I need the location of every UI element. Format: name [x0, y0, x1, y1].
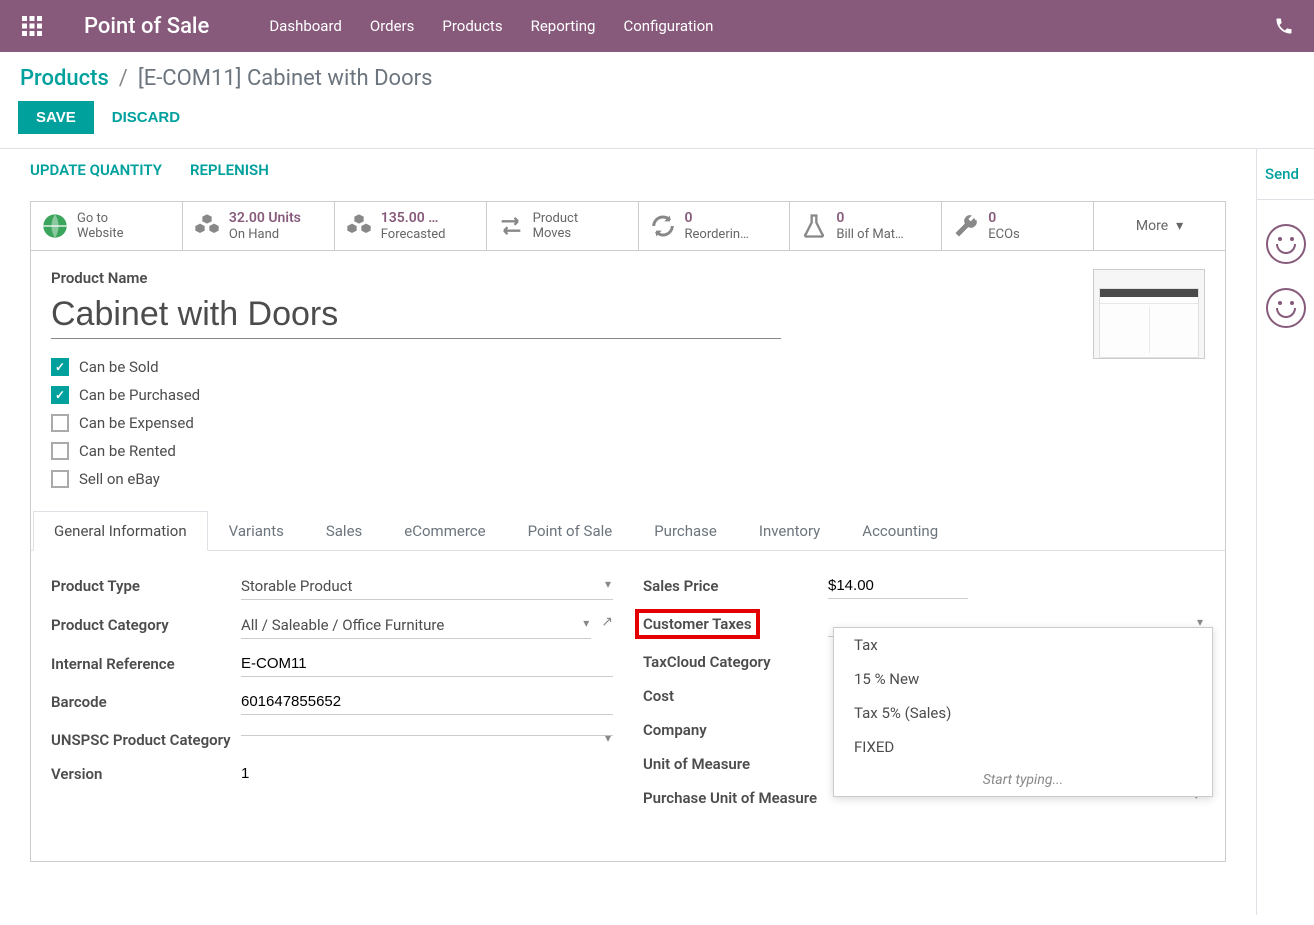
- checkbox-sell-on-ebay[interactable]: [51, 470, 69, 488]
- select-unspsc[interactable]: [241, 729, 613, 736]
- label-taxcloud: TaxCloud Category: [643, 651, 828, 671]
- dropdown-option[interactable]: 15 % New: [834, 662, 1212, 696]
- breadcrumb-separator: /: [119, 66, 128, 91]
- content-scroll[interactable]: UPDATE QUANTITY REPLENISH Go toWebsite 3…: [0, 149, 1256, 915]
- tab-purchase[interactable]: Purchase: [633, 511, 738, 551]
- tab-inventory[interactable]: Inventory: [738, 511, 841, 551]
- stat-product-moves[interactable]: ProductMoves: [487, 202, 639, 250]
- stat-reordering[interactable]: 0Reorderin…: [639, 202, 791, 250]
- tab-general-information[interactable]: General Information: [33, 511, 208, 551]
- checkbox-label: Can be Sold: [79, 358, 159, 376]
- label-purchase-uom: Purchase Unit of Measure: [643, 787, 828, 807]
- send-message-button[interactable]: Send: [1257, 159, 1314, 189]
- stat-bom[interactable]: 0Bill of Mat…: [790, 202, 942, 250]
- dropdown-option[interactable]: FIXED: [834, 730, 1212, 764]
- label-version: Version: [51, 763, 241, 783]
- wrench-icon: [952, 212, 980, 240]
- right-column: Sales Price Customer Taxes ▾ TaxCloud Ca…: [643, 575, 1205, 821]
- tab-ecommerce[interactable]: eCommerce: [383, 511, 506, 551]
- tab-variants[interactable]: Variants: [208, 511, 305, 551]
- form-grid: Product Type Storable Product Product Ca…: [31, 551, 1225, 861]
- tabs: General Information Variants Sales eComm…: [31, 511, 1225, 551]
- phone-icon[interactable]: [1274, 16, 1294, 36]
- breadcrumb: Products / [E-COM11] Cabinet with Doors: [0, 52, 1314, 101]
- checkbox-label: Sell on eBay: [79, 470, 160, 488]
- checkbox-label: Can be Expensed: [79, 414, 194, 432]
- boxes-icon: [193, 212, 221, 240]
- label-customer-taxes: Customer Taxes: [643, 613, 828, 633]
- nav-orders[interactable]: Orders: [370, 17, 415, 35]
- select-product-type[interactable]: Storable Product: [241, 575, 613, 600]
- discard-button[interactable]: DISCARD: [112, 109, 180, 126]
- dropdown-search-hint[interactable]: Start typing...: [834, 764, 1212, 796]
- select-product-category[interactable]: All / Saleable / Office Furniture: [241, 614, 591, 639]
- product-image[interactable]: [1093, 269, 1205, 359]
- input-internal-reference[interactable]: [241, 653, 613, 677]
- app-title[interactable]: Point of Sale: [84, 14, 209, 39]
- action-row: SAVE DISCARD: [0, 101, 1314, 148]
- nav-dashboard[interactable]: Dashboard: [269, 17, 342, 35]
- label-cost: Cost: [643, 685, 828, 705]
- apps-icon[interactable]: [20, 14, 44, 38]
- checkbox-list: Can be Sold Can be Purchased Can be Expe…: [31, 349, 1225, 511]
- label-product-category: Product Category: [51, 614, 241, 634]
- nav-reporting[interactable]: Reporting: [531, 17, 596, 35]
- customer-taxes-dropdown: Tax 15 % New Tax 5% (Sales) FIXED Start …: [833, 627, 1213, 797]
- label-unspsc: UNSPSC Product Category: [51, 729, 241, 749]
- stat-ecos[interactable]: 0ECOs: [942, 202, 1094, 250]
- label-internal-reference: Internal Reference: [51, 653, 241, 673]
- breadcrumb-parent[interactable]: Products: [20, 66, 109, 91]
- product-name-input[interactable]: [51, 291, 781, 339]
- nav-products[interactable]: Products: [442, 17, 502, 35]
- save-button[interactable]: SAVE: [18, 101, 94, 134]
- input-version[interactable]: [241, 763, 613, 786]
- subaction-row: UPDATE QUANTITY REPLENISH: [0, 149, 1256, 191]
- checkbox-can-be-sold[interactable]: [51, 358, 69, 376]
- dropdown-option[interactable]: Tax: [834, 628, 1212, 662]
- label-sales-price: Sales Price: [643, 575, 828, 595]
- replenish-button[interactable]: REPLENISH: [190, 161, 269, 179]
- label-product-type: Product Type: [51, 575, 241, 595]
- dropdown-option[interactable]: Tax 5% (Sales): [834, 696, 1212, 730]
- arrows-icon: [497, 212, 525, 240]
- stat-forecasted[interactable]: 135.00 …Forecasted: [335, 202, 487, 250]
- stat-on-hand[interactable]: 32.00 UnitsOn Hand: [183, 202, 335, 250]
- smile-icon[interactable]: [1266, 224, 1306, 264]
- chevron-down-icon: ▾: [1176, 218, 1183, 234]
- refresh-icon: [649, 212, 677, 240]
- input-barcode[interactable]: [241, 691, 613, 715]
- globe-icon: [41, 212, 69, 240]
- stat-more[interactable]: More ▾: [1094, 202, 1225, 250]
- tab-point-of-sale[interactable]: Point of Sale: [507, 511, 634, 551]
- top-navbar: Point of Sale Dashboard Orders Products …: [0, 0, 1314, 52]
- nav-menu: Dashboard Orders Products Reporting Conf…: [269, 17, 713, 35]
- update-quantity-button[interactable]: UPDATE QUANTITY: [30, 161, 162, 179]
- product-name-label: Product Name: [51, 269, 1205, 287]
- chatter-sidebar: Send: [1256, 149, 1314, 915]
- stat-website[interactable]: Go toWebsite: [31, 202, 183, 250]
- nav-configuration[interactable]: Configuration: [623, 17, 713, 35]
- tab-accounting[interactable]: Accounting: [841, 511, 959, 551]
- breadcrumb-current: [E-COM11] Cabinet with Doors: [138, 66, 433, 91]
- stat-buttons: Go toWebsite 32.00 UnitsOn Hand 135.00 ……: [31, 202, 1225, 251]
- external-link-icon[interactable]: ↗: [601, 614, 613, 630]
- flask-icon: [800, 212, 828, 240]
- checkbox-can-be-expensed[interactable]: [51, 414, 69, 432]
- label-uom: Unit of Measure: [643, 753, 828, 773]
- tab-sales[interactable]: Sales: [305, 511, 383, 551]
- checkbox-label: Can be Purchased: [79, 386, 200, 404]
- input-sales-price[interactable]: [828, 575, 968, 599]
- checkbox-can-be-purchased[interactable]: [51, 386, 69, 404]
- form-sheet: Go toWebsite 32.00 UnitsOn Hand 135.00 ……: [30, 201, 1226, 862]
- left-column: Product Type Storable Product Product Ca…: [51, 575, 613, 821]
- smile-icon[interactable]: [1266, 288, 1306, 328]
- checkbox-label: Can be Rented: [79, 442, 176, 460]
- checkbox-can-be-rented[interactable]: [51, 442, 69, 460]
- boxes-icon: [345, 212, 373, 240]
- label-company: Company: [643, 719, 828, 739]
- label-barcode: Barcode: [51, 691, 241, 711]
